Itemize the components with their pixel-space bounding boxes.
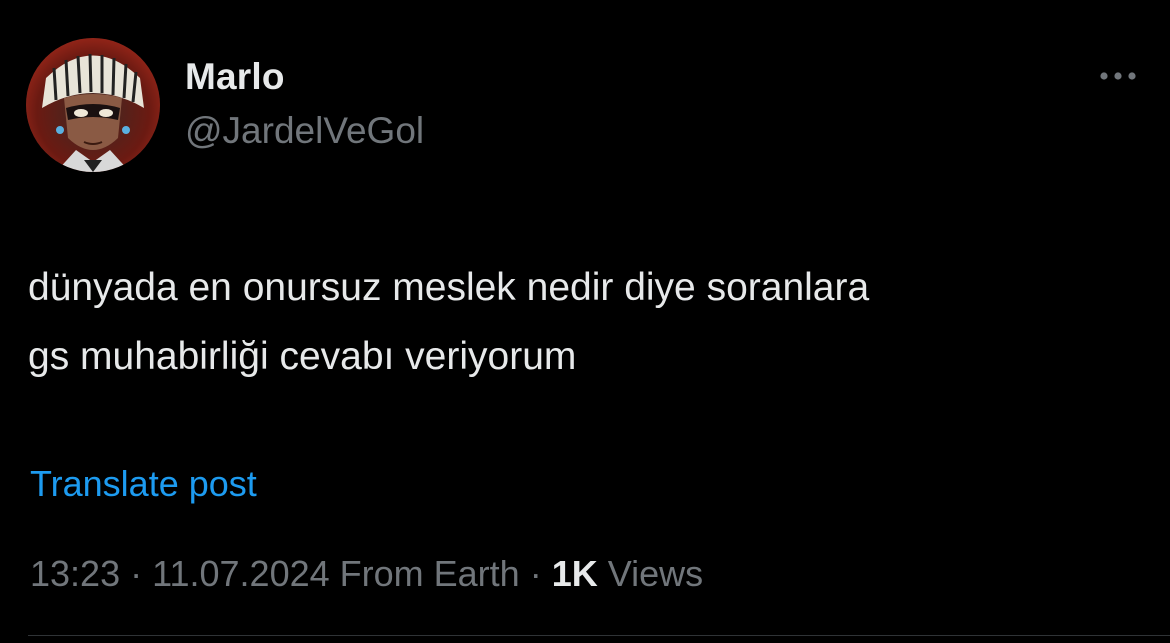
views-label[interactable]: Views bbox=[608, 553, 703, 594]
tweet-location: From Earth bbox=[339, 553, 520, 594]
meta-separator: · bbox=[130, 553, 143, 594]
avatar-image bbox=[26, 38, 160, 172]
divider bbox=[28, 635, 1170, 636]
display-name[interactable]: Marlo bbox=[185, 56, 285, 98]
avatar[interactable] bbox=[26, 38, 160, 172]
meta-separator: · bbox=[529, 553, 542, 594]
tweet-text: dünyada en onursuz meslek nedir diye sor… bbox=[28, 266, 870, 378]
more-horizontal-icon bbox=[1100, 72, 1136, 80]
tweet-date[interactable]: 11.07.2024 bbox=[152, 553, 330, 594]
tweet-time[interactable]: 13:23 bbox=[30, 553, 120, 594]
user-handle[interactable]: @JardelVeGol bbox=[185, 110, 424, 152]
views-count[interactable]: 1K bbox=[552, 553, 598, 594]
translate-post-link[interactable]: Translate post bbox=[30, 463, 257, 505]
tweet-meta: 13:23 · 11.07.2024 From Earth · 1K Views bbox=[30, 553, 703, 595]
tweet-card: Marlo @JardelVeGol dünyada en onursuz me… bbox=[0, 0, 1170, 643]
more-options-button[interactable] bbox=[1094, 58, 1142, 94]
